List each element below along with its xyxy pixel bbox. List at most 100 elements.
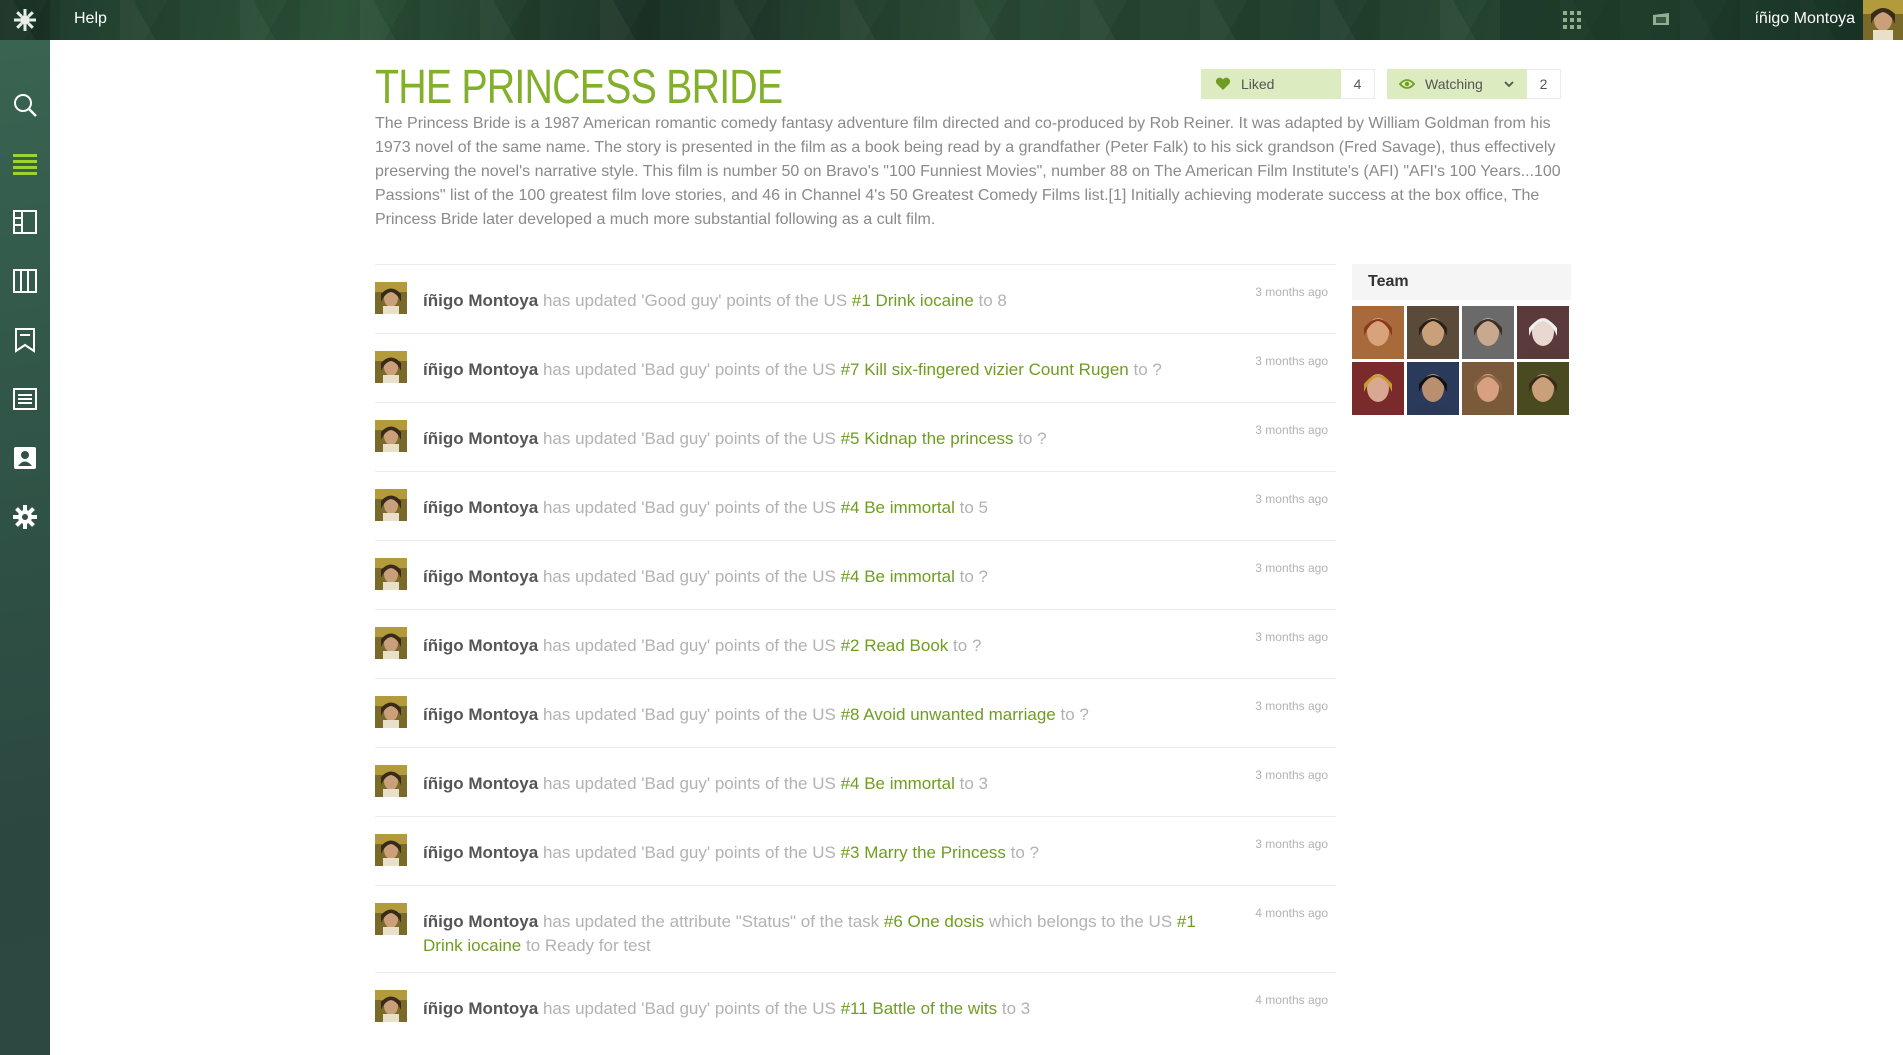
- entry-timestamp: 3 months ago: [1255, 699, 1328, 713]
- entry-us-link[interactable]: #3 Marry the Princess: [841, 843, 1006, 862]
- entry-new-value: to ?: [1018, 429, 1047, 448]
- entry-new-value: to 5: [959, 498, 988, 517]
- entry-action-mid: which belongs to the US: [988, 912, 1173, 931]
- entry-user-avatar[interactable]: [375, 627, 407, 659]
- entry-action: has updated 'Bad guy' points of the US: [542, 843, 836, 862]
- entry-timestamp: 3 months ago: [1255, 837, 1328, 851]
- entry-action: has updated 'Bad guy' points of the US: [542, 999, 836, 1018]
- sidebar-item-wiki[interactable]: [0, 320, 50, 360]
- entry-user-avatar[interactable]: [375, 696, 407, 728]
- entry-user-avatar[interactable]: [375, 558, 407, 590]
- entry-user-avatar[interactable]: [375, 903, 407, 935]
- entry-text: íñigo Montoya has updated 'Bad guy' poin…: [423, 634, 1223, 658]
- team-member-avatar[interactable]: [1407, 306, 1459, 359]
- entry-us-link[interactable]: #4 Be immortal: [841, 567, 955, 586]
- entry-user-name[interactable]: íñigo Montoya: [423, 429, 538, 448]
- entry-user-name[interactable]: íñigo Montoya: [423, 774, 538, 793]
- timeline-entry: íñigo Montoya has updated 'Bad guy' poin…: [375, 972, 1336, 1041]
- entry-us-link[interactable]: #1 Drink iocaine: [852, 291, 974, 310]
- entry-user-avatar[interactable]: [375, 834, 407, 866]
- issues-icon: [13, 388, 37, 410]
- entry-user-avatar[interactable]: [375, 489, 407, 521]
- entry-user-avatar[interactable]: [375, 765, 407, 797]
- entry-us-link[interactable]: #5 Kidnap the princess: [841, 429, 1014, 448]
- entry-action: has updated 'Bad guy' points of the US: [542, 567, 836, 586]
- activity-timeline: íñigo Montoya has updated 'Good guy' poi…: [375, 264, 1336, 1041]
- projects-icon[interactable]: [1650, 11, 1672, 29]
- entry-text: íñigo Montoya has updated 'Bad guy' poin…: [423, 772, 1223, 796]
- entry-new-value: to ?: [1133, 360, 1162, 379]
- sidebar-item-kanban[interactable]: [0, 261, 50, 301]
- entry-timestamp: 3 months ago: [1255, 423, 1328, 437]
- search-icon: [14, 94, 37, 117]
- entry-user-avatar[interactable]: [375, 351, 407, 383]
- sidebar-item-team[interactable]: [0, 438, 50, 478]
- entry-us-link[interactable]: #4 Be immortal: [841, 774, 955, 793]
- timeline-entry: íñigo Montoya has updated 'Bad guy' poin…: [375, 333, 1336, 402]
- entry-new-value: to ?: [953, 636, 982, 655]
- entry-text: íñigo Montoya has updated 'Bad guy' poin…: [423, 565, 1223, 589]
- entry-timestamp: 3 months ago: [1255, 768, 1328, 782]
- entry-user-name[interactable]: íñigo Montoya: [423, 636, 538, 655]
- taiga-logo[interactable]: [0, 0, 50, 40]
- team-member-avatar[interactable]: [1352, 362, 1404, 415]
- timeline-entry: íñigo Montoya has updated 'Good guy' poi…: [375, 264, 1336, 333]
- entry-user-name[interactable]: íñigo Montoya: [423, 999, 538, 1018]
- backlog-icon: [13, 210, 37, 234]
- entry-new-value: to ?: [1060, 705, 1089, 724]
- entry-text: íñigo Montoya has updated 'Bad guy' poin…: [423, 841, 1223, 865]
- entry-user-name[interactable]: íñigo Montoya: [423, 360, 538, 379]
- entry-us-link[interactable]: #2 Read Book: [841, 636, 949, 655]
- team-member-avatar[interactable]: [1407, 362, 1459, 415]
- like-button-label: Liked: [1241, 76, 1275, 92]
- wiki-icon: [15, 328, 35, 353]
- entry-user-name[interactable]: íñigo Montoya: [423, 912, 538, 931]
- team-member-avatar[interactable]: [1462, 306, 1514, 359]
- entry-us-link[interactable]: #8 Avoid unwanted marriage: [841, 705, 1056, 724]
- entry-us-link[interactable]: #11 Battle of the wits: [841, 999, 998, 1018]
- like-button[interactable]: Liked: [1201, 69, 1341, 99]
- watch-button[interactable]: Watching: [1387, 69, 1527, 99]
- entry-user-name[interactable]: íñigo Montoya: [423, 567, 538, 586]
- help-link[interactable]: Help: [74, 10, 107, 28]
- entry-us-link[interactable]: #6 One dosis: [884, 912, 984, 931]
- team-member-avatar[interactable]: [1462, 362, 1514, 415]
- heart-icon: [1215, 77, 1231, 90]
- timeline-entry: íñigo Montoya has updated 'Bad guy' poin…: [375, 609, 1336, 678]
- timeline-entry: íñigo Montoya has updated 'Bad guy' poin…: [375, 540, 1336, 609]
- user-avatar[interactable]: [1863, 0, 1903, 40]
- timeline-entry: íñigo Montoya has updated 'Bad guy' poin…: [375, 471, 1336, 540]
- sidebar-item-timeline[interactable]: [0, 144, 50, 184]
- chevron-down-icon[interactable]: [1503, 79, 1515, 89]
- entry-action: has updated 'Bad guy' points of the US: [542, 636, 836, 655]
- entry-timestamp: 3 months ago: [1255, 561, 1328, 575]
- timeline-entry: íñigo Montoya has updated the attribute …: [375, 885, 1336, 972]
- entry-us-link[interactable]: #4 Be immortal: [841, 498, 955, 517]
- entry-user-avatar[interactable]: [375, 990, 407, 1022]
- team-member-avatar[interactable]: [1517, 306, 1569, 359]
- left-sidebar: [0, 40, 50, 1055]
- entry-new-value: to 3: [959, 774, 988, 793]
- current-user-name[interactable]: íñigo Montoya: [1754, 10, 1855, 28]
- timeline-entry: íñigo Montoya has updated 'Bad guy' poin…: [375, 678, 1336, 747]
- sidebar-item-search[interactable]: [0, 85, 50, 125]
- entry-us-link[interactable]: #7 Kill six-fingered vizier Count Rugen: [841, 360, 1129, 379]
- team-member-avatar[interactable]: [1352, 306, 1404, 359]
- team-icon: [14, 447, 36, 469]
- apps-grid-icon[interactable]: [1562, 10, 1582, 30]
- team-member-avatar[interactable]: [1517, 362, 1569, 415]
- entry-user-avatar[interactable]: [375, 282, 407, 314]
- entry-user-avatar[interactable]: [375, 420, 407, 452]
- sidebar-item-backlog[interactable]: [0, 202, 50, 242]
- sidebar-item-issues[interactable]: [0, 379, 50, 419]
- sidebar-item-admin[interactable]: [0, 497, 50, 537]
- entry-action: has updated 'Bad guy' points of the US: [542, 429, 836, 448]
- entry-user-name[interactable]: íñigo Montoya: [423, 291, 538, 310]
- taiga-logo-icon: [14, 9, 36, 31]
- entry-user-name[interactable]: íñigo Montoya: [423, 498, 538, 517]
- entry-text: íñigo Montoya has updated 'Bad guy' poin…: [423, 496, 1223, 520]
- entry-text: íñigo Montoya has updated 'Bad guy' poin…: [423, 703, 1223, 727]
- entry-user-name[interactable]: íñigo Montoya: [423, 843, 538, 862]
- entry-new-value: to ?: [959, 567, 988, 586]
- entry-user-name[interactable]: íñigo Montoya: [423, 705, 538, 724]
